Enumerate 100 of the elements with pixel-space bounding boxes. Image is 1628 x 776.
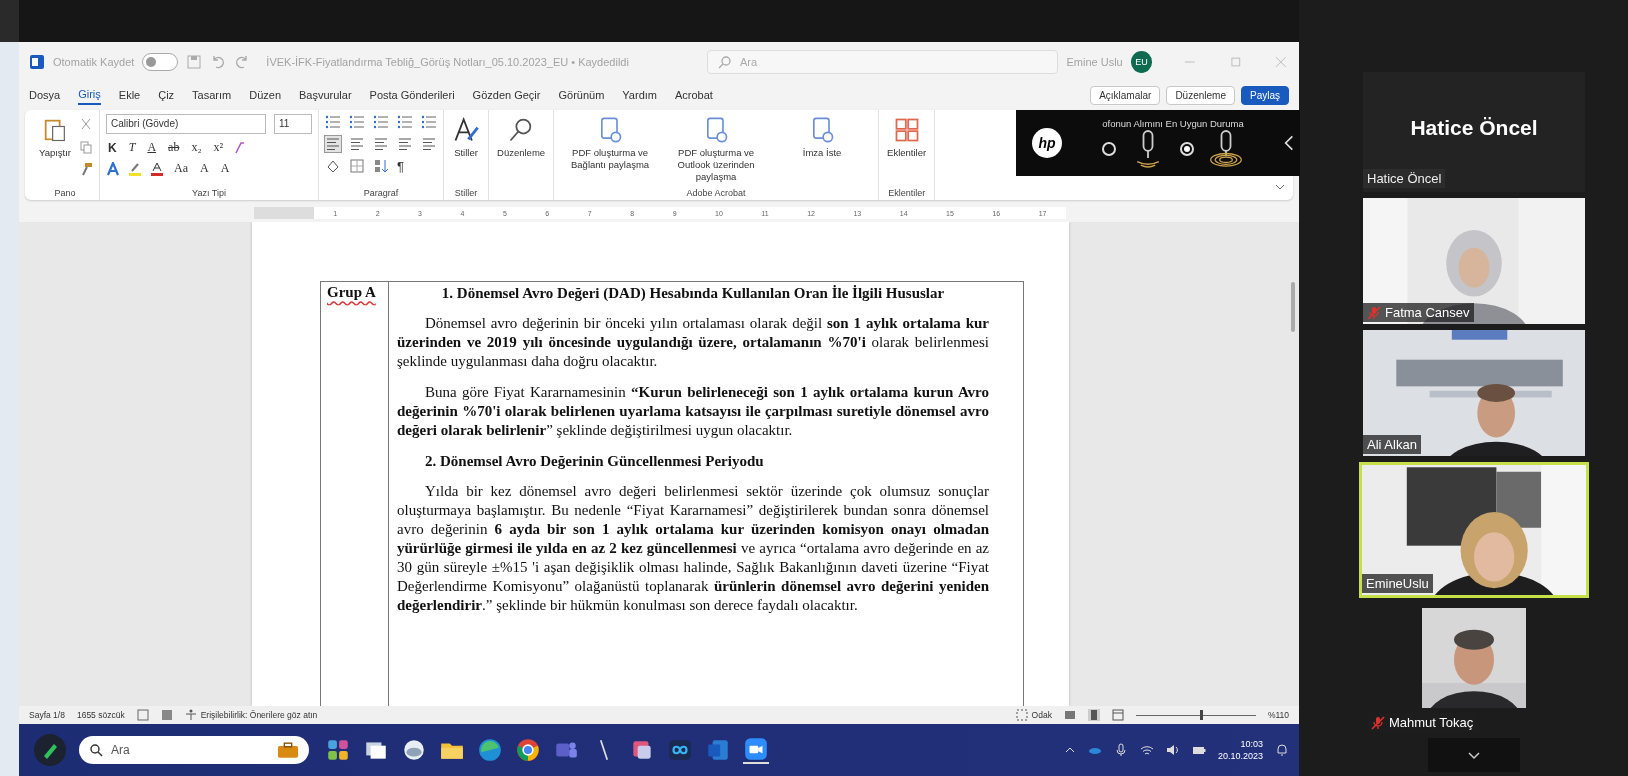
search-input[interactable]: Ara [739,56,840,68]
clock-date[interactable]: 20.10.2023 [1217,750,1263,762]
search-bar[interactable]: Ara [706,50,1059,74]
align-icon[interactable] [373,136,390,152]
format-button[interactable]: x² [211,140,226,155]
list-icon[interactable] [421,114,438,130]
format-button[interactable]: K [106,140,119,155]
font-name-field[interactable]: Calibri (Gövde) [106,114,267,134]
editing-button[interactable]: Düzenleme [495,114,548,161]
toolbar-button[interactable]: Paylaş [1241,85,1289,105]
paragraph: Yılda bir kez dönemsel avro değeri belirlenmesi sektör üzerinde çok olumsuz sonuçlar oluşturmaya başlamıştır. Bu nedenle “Fiyat Kararnamesi” değiştirilerek bundan sonra dönemsel avro değerinin 6 ayda bir son 1 aylık ortalama kur üzerinden komisyon onayı olmadan yürürlüğe girmesi ile yılda en az 2 kez güncellenmesi ve ayrıca “ortalama avro değerinde en az 30 gün süreyle ±%15 'i aşan değişiklik olması halinde, Sağlık Bakanlığının daveti üzerine “Fiyat Değerlendirme Komisyonu” olağanüstü toplanarak ürünlerin dönemsel avro değerini yeniden değerlendirir.” şeklinde bir hükmün konulması son derece faydalı olacaktır. [397,482,989,615]
edge-icon[interactable] [477,737,503,763]
font-color-icon[interactable] [150,161,165,176]
group-label: Paragraf [362,187,400,200]
word-logo-icon [29,54,45,70]
speaker-name: Hatice Öncel [1409,115,1539,140]
format-painter-icon[interactable] [79,162,94,176]
font-size-button[interactable]: Aa [172,161,191,176]
participant-name: Mahmut Tokaç [1389,715,1474,730]
cloud-icon[interactable] [401,737,427,763]
format-button[interactable]: ab [166,140,182,155]
bell-icon[interactable] [1275,743,1289,757]
align-icon[interactable] [349,136,366,152]
list-icon[interactable] [325,114,342,130]
radio-button[interactable] [1102,141,1116,156]
video-tile[interactable]: Fatma Cansev [1363,198,1585,324]
ribbon-tab[interactable]: Çiz [158,86,175,104]
paragraph-mark-button[interactable]: ¶ [397,158,404,174]
list-icon[interactable] [373,114,390,130]
list-icon[interactable] [397,114,414,130]
group-label: Stiller [453,187,479,200]
chevron-left-icon[interactable] [1284,134,1294,152]
ribbon-tab[interactable]: Başvurular [299,86,352,104]
popup-message: ofonun Alımını En Uygun Duruma [1102,117,1244,129]
format-button[interactable]: x₂ [189,140,204,155]
ribbon-tab[interactable]: Düzen [249,86,281,104]
ribbon-tab[interactable]: Giriş [78,85,101,105]
toolbar-button[interactable]: Açıklamalar [1090,85,1161,105]
ribbon-tab[interactable]: Acrobat [674,86,713,104]
list-icon[interactable] [349,114,366,130]
accessibility-status[interactable]: Erişilebilirlik: Önerilere göz atın [184,709,318,721]
acrobat-button[interactable]: PDF oluşturma ve Bağlantı paylaşma [560,114,661,173]
print-layout-icon[interactable] [1087,709,1100,721]
read-mode-icon[interactable] [1063,709,1076,721]
infinity-icon[interactable] [667,737,693,763]
acrobat-button[interactable]: İmza İste [772,114,873,161]
addins-button[interactable]: Eklentiler [885,114,929,161]
macro-icon[interactable] [160,709,173,721]
scrollbar[interactable] [1291,282,1295,332]
highlighter-icon[interactable] [128,161,143,176]
web-layout-icon[interactable] [1111,709,1124,721]
brand-logo: hp [1032,128,1062,158]
align-icon[interactable] [397,136,414,152]
align-icon[interactable] [325,136,342,152]
zoom-slider[interactable] [1135,709,1256,721]
clock-time[interactable]: 10:03 [1240,738,1263,750]
toolbar-button[interactable]: Düzenleme [1166,85,1235,105]
align-icon[interactable] [421,136,438,152]
ribbon-tab[interactable]: Görünüm [558,86,605,104]
search-icon [89,743,103,757]
format-button[interactable]: T [126,140,138,155]
video-tile[interactable]: EmineUslu [1359,462,1589,598]
wifi-icon[interactable] [1139,743,1154,757]
word-app-icon[interactable] [705,737,731,763]
ribbon-tab[interactable]: Dosya [29,86,61,104]
text-effect-icon[interactable] [106,161,121,176]
proofing-icon[interactable] [136,709,149,721]
format-button[interactable]: A [145,140,159,155]
chrome-icon[interactable] [515,737,541,763]
ribbon-tab[interactable]: Posta Gönderileri [369,86,455,104]
font-size-button[interactable]: A [198,161,211,176]
participant-name: Fatma Cansev [1385,305,1470,320]
ribbon-tab[interactable]: Tasarım [192,86,232,104]
paste-button[interactable]: Yapıştır [37,114,74,161]
person-icon [184,709,197,721]
volume-icon[interactable] [1165,743,1180,757]
microphone-icon[interactable] [1113,743,1128,757]
page-count: Sayfa 1/8 [29,710,65,720]
ribbon-tab[interactable]: Ekle [118,86,141,104]
acrobat-button[interactable]: PDF oluşturma ve Outlook üzerinden paylaşma [666,114,767,185]
ribbon-tab[interactable]: Yardım [622,86,657,104]
radio-button[interactable] [1180,141,1194,156]
user-avatar[interactable]: EU [1130,51,1153,73]
ribbon-tab[interactable]: Gözden Geçir [472,86,541,104]
font-size-button[interactable]: A [218,161,232,176]
styles-button[interactable]: Stiller [450,114,483,161]
sort-icon[interactable] [373,158,390,174]
user-name: Emine Uslu [1066,56,1123,68]
video-tile[interactable]: Mahmut Tokaç [1363,608,1585,732]
focus-button[interactable]: Odak [1015,709,1052,721]
pen-icon[interactable] [33,733,67,767]
styles-icon [452,116,481,144]
widgets-icon[interactable] [325,737,351,763]
video-tile[interactable]: Ali Alkan [1363,330,1585,456]
taskbar-search-field[interactable]: Ara [79,736,309,764]
autosave-toggle[interactable] [142,53,179,71]
group-label: Yazı Tipi [191,187,227,200]
video-app-icon[interactable] [743,736,769,764]
taskbar-search-input[interactable]: Ara [111,743,269,757]
font-size-field[interactable]: 11 [274,114,313,134]
